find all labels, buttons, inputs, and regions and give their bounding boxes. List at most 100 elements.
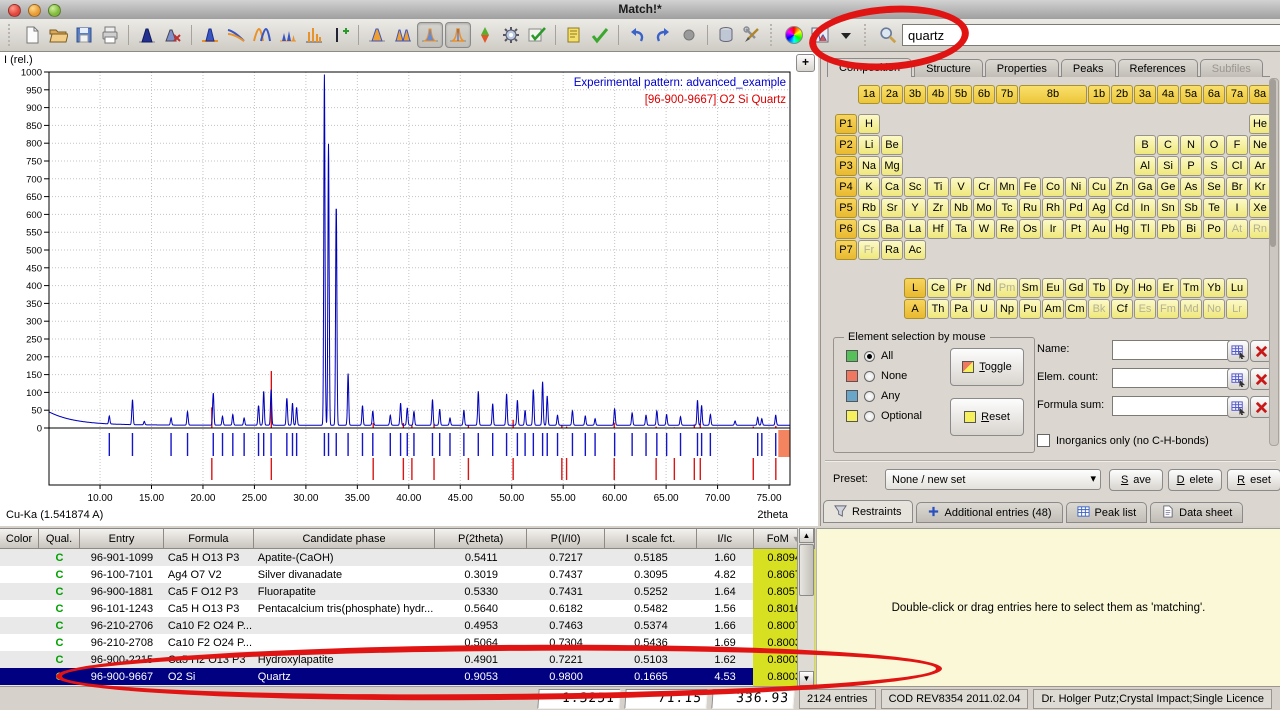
all-radio[interactable] — [864, 351, 875, 362]
element-ru[interactable]: Ru — [1019, 198, 1041, 218]
element-mn[interactable]: Mn — [996, 177, 1018, 197]
element-s[interactable]: S — [1203, 156, 1225, 176]
redo-button[interactable] — [651, 23, 675, 47]
any-radio[interactable] — [864, 391, 875, 402]
element-dy[interactable]: Dy — [1111, 278, 1133, 298]
element-lu[interactable]: Lu — [1226, 278, 1248, 298]
element-sm[interactable]: Sm — [1019, 278, 1041, 298]
element-h[interactable]: H — [858, 114, 880, 134]
element-md[interactable]: Md — [1180, 299, 1202, 319]
save-button[interactable] — [72, 23, 96, 47]
element-rn[interactable]: Rn — [1249, 219, 1271, 239]
finish-check-button[interactable] — [588, 23, 612, 47]
element-ir[interactable]: Ir — [1042, 219, 1064, 239]
name-field[interactable] — [1112, 340, 1230, 360]
scroll-down-icon[interactable]: ▼ — [799, 671, 814, 686]
element-w[interactable]: W — [973, 219, 995, 239]
column-header-color[interactable]: Color — [0, 529, 39, 549]
element-er[interactable]: Er — [1157, 278, 1179, 298]
retrieval-settings-button[interactable] — [740, 23, 764, 47]
smooth-pattern-button[interactable] — [250, 23, 274, 47]
group-4b[interactable]: 4b — [927, 85, 949, 104]
color-wheel-button[interactable] — [782, 23, 806, 47]
matching-drop-area[interactable]: Double-click or drag entries here to sel… — [816, 528, 1280, 686]
element-ni[interactable]: Ni — [1065, 177, 1087, 197]
element-ga[interactable]: Ga — [1134, 177, 1156, 197]
panel-scrollbar-thumb[interactable] — [1270, 79, 1276, 247]
scroll-up-icon[interactable]: ▲ — [799, 528, 814, 543]
element-u[interactable]: U — [973, 299, 995, 319]
insert-peak-button[interactable] — [328, 23, 352, 47]
table-row[interactable]: C96-901-1099Ca5 H O13 P3Apatite-(CaOH)0.… — [0, 549, 815, 566]
formula-sum-select-from-table-button[interactable] — [1227, 396, 1249, 418]
element-po[interactable]: Po — [1203, 219, 1225, 239]
element-te[interactable]: Te — [1203, 198, 1225, 218]
element-at[interactable]: At — [1226, 219, 1248, 239]
group-4a[interactable]: 4a — [1157, 85, 1179, 104]
element-he[interactable]: He — [1249, 114, 1271, 134]
element-hf[interactable]: Hf — [927, 219, 949, 239]
element-ti[interactable]: Ti — [927, 177, 949, 197]
lanthanides-button[interactable]: L — [904, 278, 926, 298]
table-row[interactable]: C96-210-2706Ca10 F2 O24 P...0.49530.7463… — [0, 617, 815, 634]
element-al[interactable]: Al — [1134, 156, 1156, 176]
element-ac[interactable]: Ac — [904, 240, 926, 260]
double-peak-fit-button[interactable] — [391, 23, 415, 47]
column-header-i-ic[interactable]: I/Ic — [697, 529, 754, 549]
element-ar[interactable]: Ar — [1249, 156, 1271, 176]
element-in[interactable]: In — [1134, 198, 1156, 218]
element-as[interactable]: As — [1180, 177, 1202, 197]
element-cu[interactable]: Cu — [1088, 177, 1110, 197]
alpha2-stripping-button[interactable] — [276, 23, 300, 47]
element-zr[interactable]: Zr — [927, 198, 949, 218]
table-row[interactable]: C96-101-1243Ca5 H O13 P3Pentacalcium tri… — [0, 600, 815, 617]
element-sc[interactable]: Sc — [904, 177, 926, 197]
element-be[interactable]: Be — [881, 135, 903, 155]
group-7b[interactable]: 7b — [996, 85, 1018, 104]
element-yb[interactable]: Yb — [1203, 278, 1225, 298]
element-hg[interactable]: Hg — [1111, 219, 1133, 239]
element-eu[interactable]: Eu — [1042, 278, 1064, 298]
actinides-button[interactable]: A — [904, 299, 926, 319]
baseline-correction-button[interactable] — [198, 23, 222, 47]
element-ce[interactable]: Ce — [927, 278, 949, 298]
peak-search-button[interactable] — [135, 23, 159, 47]
diffraction-chart[interactable]: 0501001502002503003504004505005506006507… — [0, 52, 818, 526]
element-pt[interactable]: Pt — [1065, 219, 1087, 239]
profile-fitting-button[interactable] — [365, 23, 389, 47]
element-ag[interactable]: Ag — [1088, 198, 1110, 218]
peak-edit-button[interactable] — [161, 23, 185, 47]
table-row[interactable]: C96-210-2708Ca10 F2 O24 P...0.50640.7304… — [0, 634, 815, 651]
group-3a[interactable]: 3a — [1134, 85, 1156, 104]
element-f[interactable]: F — [1226, 135, 1248, 155]
selection-option-none[interactable]: None — [846, 370, 922, 382]
group-2a[interactable]: 2a — [881, 85, 903, 104]
element-sr[interactable]: Sr — [881, 198, 903, 218]
show-profile-pattern-button[interactable] — [445, 22, 471, 48]
report-button[interactable] — [562, 23, 586, 47]
table-row[interactable]: C96-100-7101Ag4 O7 V2Silver divanadate0.… — [0, 566, 815, 583]
element-tm[interactable]: Tm — [1180, 278, 1202, 298]
database-button[interactable] — [714, 23, 738, 47]
element-fe[interactable]: Fe — [1019, 177, 1041, 197]
column-header-phase[interactable]: Candidate phase — [254, 529, 436, 549]
element-tl[interactable]: Tl — [1134, 219, 1156, 239]
element-lr[interactable]: Lr — [1226, 299, 1248, 319]
record-button[interactable] — [677, 23, 701, 47]
element-i[interactable]: I — [1226, 198, 1248, 218]
table-row[interactable]: C96-900-9667O2 SiQuartz0.90530.98000.166… — [0, 668, 815, 685]
element-nb[interactable]: Nb — [950, 198, 972, 218]
element-b[interactable]: B — [1134, 135, 1156, 155]
search-input[interactable] — [902, 24, 1280, 46]
group-7a[interactable]: 7a — [1226, 85, 1248, 104]
element-si[interactable]: Si — [1157, 156, 1179, 176]
tab-peaks[interactable]: Peaks — [1061, 59, 1116, 77]
table-scrollbar[interactable]: ▲ ▼ — [797, 528, 814, 686]
inorganics-checkbox[interactable] — [1037, 434, 1050, 447]
table-row[interactable]: C96-900-1881Ca5 F O12 P3Fluorapatite0.53… — [0, 583, 815, 600]
element-ta[interactable]: Ta — [950, 219, 972, 239]
element-os[interactable]: Os — [1019, 219, 1041, 239]
column-header-entry[interactable]: Entry — [80, 529, 164, 549]
group-1a[interactable]: 1a — [858, 85, 880, 104]
element-pd[interactable]: Pd — [1065, 198, 1087, 218]
